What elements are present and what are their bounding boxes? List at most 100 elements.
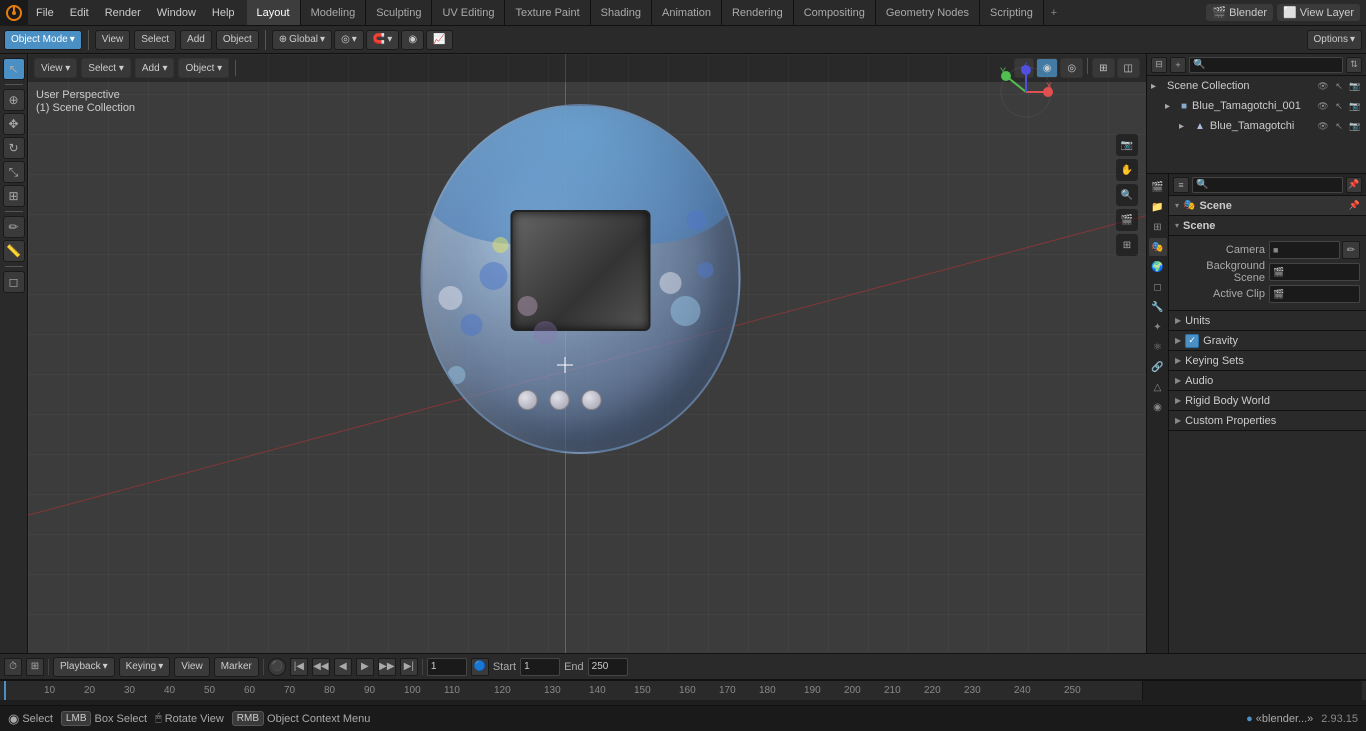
gravity-checkbox[interactable]: ✓ — [1185, 334, 1199, 348]
orientation-gizmo[interactable]: X Y Z — [996, 62, 1056, 122]
units-section[interactable]: ▶ Units — [1169, 311, 1366, 331]
menu-edit[interactable]: Edit — [62, 0, 97, 25]
tab-texture-paint[interactable]: Texture Paint — [505, 0, 590, 25]
start-frame-field[interactable]: 1 — [520, 658, 560, 676]
tab-uv-editing[interactable]: UV Editing — [432, 0, 505, 25]
tab-rendering[interactable]: Rendering — [722, 0, 794, 25]
measure-tool[interactable]: 📏 — [3, 240, 25, 262]
menu-window[interactable]: Window — [149, 0, 204, 25]
select-menu[interactable]: Select — [134, 30, 176, 50]
vp-layers-icon[interactable]: ⊞ — [1116, 234, 1138, 256]
prop-tab-object[interactable]: ◻ — [1149, 278, 1167, 296]
annotate-tool[interactable]: ✏ — [3, 216, 25, 238]
obj-render-1[interactable]: 📷 — [1348, 119, 1362, 133]
add-object-tool[interactable]: ◻ — [3, 271, 25, 293]
tab-shading[interactable]: Shading — [591, 0, 652, 25]
prev-keyframe-btn[interactable]: ◀◀ — [312, 658, 330, 676]
outliner-new-collection-btn[interactable]: + — [1170, 57, 1186, 73]
render-shade-btn[interactable]: ◎ — [1060, 58, 1083, 78]
play-btn[interactable]: ▶ — [356, 658, 374, 676]
menu-render[interactable]: Render — [97, 0, 149, 25]
collection-visible-0[interactable]: 👁 — [1316, 99, 1330, 113]
outliner-visible-icon[interactable]: 👁 — [1316, 79, 1330, 93]
xray-btn[interactable]: ◫ — [1117, 58, 1140, 78]
menu-help[interactable]: Help — [204, 0, 243, 25]
graph-btn[interactable]: 📈 — [426, 30, 452, 50]
tab-compositing[interactable]: Compositing — [794, 0, 876, 25]
tab-scripting[interactable]: Scripting — [980, 0, 1044, 25]
add-menu[interactable]: Add — [180, 30, 212, 50]
collection-render-0[interactable]: 📷 — [1348, 99, 1362, 113]
prop-tab-view-layer[interactable]: ⊞ — [1149, 218, 1167, 236]
prop-tab-world[interactable]: 🌍 — [1149, 258, 1167, 276]
viewport[interactable]: View ▾ Select ▾ Add ▾ Object ▾ ● ◉ ◎ ⊞ ◫… — [28, 54, 1146, 653]
transform-selector[interactable]: ⊕ Global ▾ — [272, 30, 332, 50]
timeline-view-btn[interactable]: View — [174, 657, 210, 677]
timeline-view-range-btn[interactable]: ⊞ — [26, 658, 44, 676]
vph-add-btn[interactable]: Add ▾ — [135, 58, 175, 78]
add-workspace-btn[interactable]: + — [1044, 0, 1064, 25]
prop-tab-scene[interactable]: 🎭 — [1149, 238, 1167, 256]
object-menu[interactable]: Object — [216, 30, 259, 50]
vp-render-icon[interactable]: 🎬 — [1116, 209, 1138, 231]
end-frame-field[interactable]: 250 — [588, 658, 628, 676]
prop-tab-constraints[interactable]: 🔗 — [1149, 358, 1167, 376]
active-clip-field[interactable]: 🎬 — [1269, 285, 1360, 303]
keying-sets-section[interactable]: ▶ Keying Sets — [1169, 351, 1366, 371]
vph-select-btn[interactable]: Select ▾ — [81, 58, 131, 78]
outliner-sort-btn[interactable]: ⇅ — [1346, 57, 1362, 73]
jump-end-btn[interactable]: ▶| — [400, 658, 418, 676]
scene-selector[interactable]: 🎬 Blender — [1206, 4, 1273, 21]
prop-tab-modifier[interactable]: 🔧 — [1149, 298, 1167, 316]
props-pin-btn[interactable]: 📌 — [1346, 177, 1362, 193]
vph-object-btn[interactable]: Object ▾ — [178, 58, 229, 78]
scale-tool[interactable]: ⤡ — [3, 161, 25, 183]
current-frame-field[interactable]: 1 — [427, 658, 467, 676]
play-audio-btn[interactable]: ⚫ — [268, 658, 286, 676]
playback-btn[interactable]: Playback ▾ — [53, 657, 115, 677]
play-back-btn[interactable]: ◀ — [334, 658, 352, 676]
audio-section[interactable]: ▶ Audio — [1169, 371, 1366, 391]
overlay-btn[interactable]: ⊞ — [1092, 58, 1114, 78]
obj-select-1[interactable]: ↖ — [1332, 119, 1346, 133]
prop-tab-render[interactable]: 🎬 — [1149, 178, 1167, 196]
vph-view-btn[interactable]: View ▾ — [34, 58, 77, 78]
scene-collection-item[interactable]: ▸ Scene Collection 👁 ↖ 📷 — [1147, 76, 1366, 96]
camera-field[interactable]: ■ — [1269, 241, 1340, 259]
tab-layout[interactable]: Layout — [247, 0, 301, 25]
jump-start-btn[interactable]: |◀ — [290, 658, 308, 676]
pivot-selector[interactable]: ◎ ▾ — [334, 30, 364, 50]
rotate-tool[interactable]: ↻ — [3, 137, 25, 159]
view-layer-selector[interactable]: ⬜ View Layer — [1277, 4, 1360, 21]
camera-edit-btn[interactable]: ✏ — [1342, 241, 1360, 259]
mode-selector[interactable]: Object Mode ▾ — [4, 30, 82, 50]
custom-props-section[interactable]: ▶ Custom Properties — [1169, 411, 1366, 431]
props-search-input[interactable] — [1192, 177, 1343, 193]
keying-btn[interactable]: Keying ▾ — [119, 657, 171, 677]
vp-camera-icon[interactable]: 📷 — [1116, 134, 1138, 156]
tab-modeling[interactable]: Modeling — [301, 0, 367, 25]
next-keyframe-btn[interactable]: ▶▶ — [378, 658, 396, 676]
obj-visible-1[interactable]: 👁 — [1316, 119, 1330, 133]
view-menu[interactable]: View — [95, 30, 131, 50]
gravity-section[interactable]: ▶ ✓ Gravity — [1169, 331, 1366, 351]
rigid-body-section[interactable]: ▶ Rigid Body World — [1169, 391, 1366, 411]
timeline-editor-type-btn[interactable]: ⏱ — [4, 658, 22, 676]
outliner-select-icon[interactable]: ↖ — [1332, 79, 1346, 93]
prop-tab-material[interactable]: ◉ — [1149, 398, 1167, 416]
props-filter-btn[interactable]: ≡ — [1173, 177, 1189, 193]
proportional-btn[interactable]: ◉ — [401, 30, 424, 50]
collection-select-0[interactable]: ↖ — [1332, 99, 1346, 113]
prop-tab-data[interactable]: △ — [1149, 378, 1167, 396]
tab-sculpting[interactable]: Sculpting — [366, 0, 432, 25]
tab-geometry-nodes[interactable]: Geometry Nodes — [876, 0, 980, 25]
collection-item-0[interactable]: ▸ ■ Blue_Tamagotchi_001 👁 ↖ 📷 — [1147, 96, 1366, 116]
outliner-filter-btn[interactable]: ⊟ — [1151, 57, 1167, 73]
move-tool[interactable]: ✥ — [3, 113, 25, 135]
menu-file[interactable]: File — [28, 0, 62, 25]
outliner-render-icon[interactable]: 📷 — [1348, 79, 1362, 93]
select-tool[interactable]: ↖ — [3, 58, 25, 80]
snap-btn[interactable]: 🧲 ▾ — [366, 30, 399, 50]
vp-zoom-icon[interactable]: 🔍 — [1116, 184, 1138, 206]
prop-tab-output[interactable]: 📁 — [1149, 198, 1167, 216]
